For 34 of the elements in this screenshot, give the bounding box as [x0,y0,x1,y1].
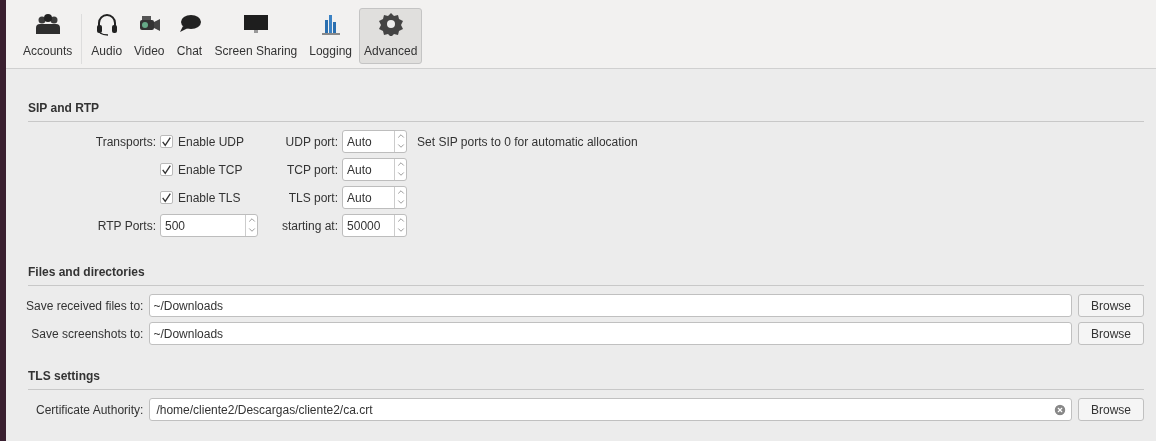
port-spinbox[interactable]: Auto [342,158,408,181]
browse-button[interactable]: Browse [1078,322,1144,345]
toolbar-tab[interactable]: Audio [86,8,128,64]
hint-text: Set SIP ports to 0 for automatic allocation [417,134,638,149]
path-field[interactable]: /home/cliente2/Descargas/cliente2/ca.crt [149,398,1072,421]
field-label: UDP port: [284,133,339,151]
field-label: TCP port: [285,161,339,179]
port-spinbox[interactable]: Auto [342,130,408,153]
browse-button[interactable]: Browse [1078,398,1144,421]
field-label: Certificate Authority: [36,401,144,419]
checkbox[interactable]: Enable TLS [160,188,278,207]
toolbar-tab[interactable]: Accounts [18,8,78,64]
section-title: TLS settings [28,369,100,383]
rtp-spinbox[interactable]: 500 [160,214,258,237]
field-label: Transports: [95,134,156,149]
toolbar-tab[interactable]: Advanced [359,8,423,64]
checkbox[interactable]: Enable UDP [160,132,278,151]
field-label: TLS port: [287,189,339,207]
port-spinbox[interactable]: Auto [342,186,408,209]
toolbar-tab[interactable]: Chat [171,8,208,64]
toolbar-tab[interactable]: Logging [304,8,357,64]
path-field[interactable]: ~/Downloads [149,322,1072,345]
browse-button[interactable]: Browse [1078,294,1144,317]
field-label: RTP Ports: [96,217,156,235]
field-label: Save screenshots to: [30,325,144,343]
toolbar-tab[interactable]: Video [129,8,170,64]
toolbar-tab[interactable]: Screen Sharing [209,8,303,64]
field-label: Save received files to: [26,297,144,315]
section-title: Files and directories [28,265,145,279]
path-field[interactable]: ~/Downloads [149,294,1072,317]
section-title: SIP and RTP [28,101,100,115]
checkbox[interactable]: Enable TCP [160,160,278,179]
field-label: starting at: [282,217,339,235]
port-spinbox[interactable]: 50000 [342,214,408,237]
